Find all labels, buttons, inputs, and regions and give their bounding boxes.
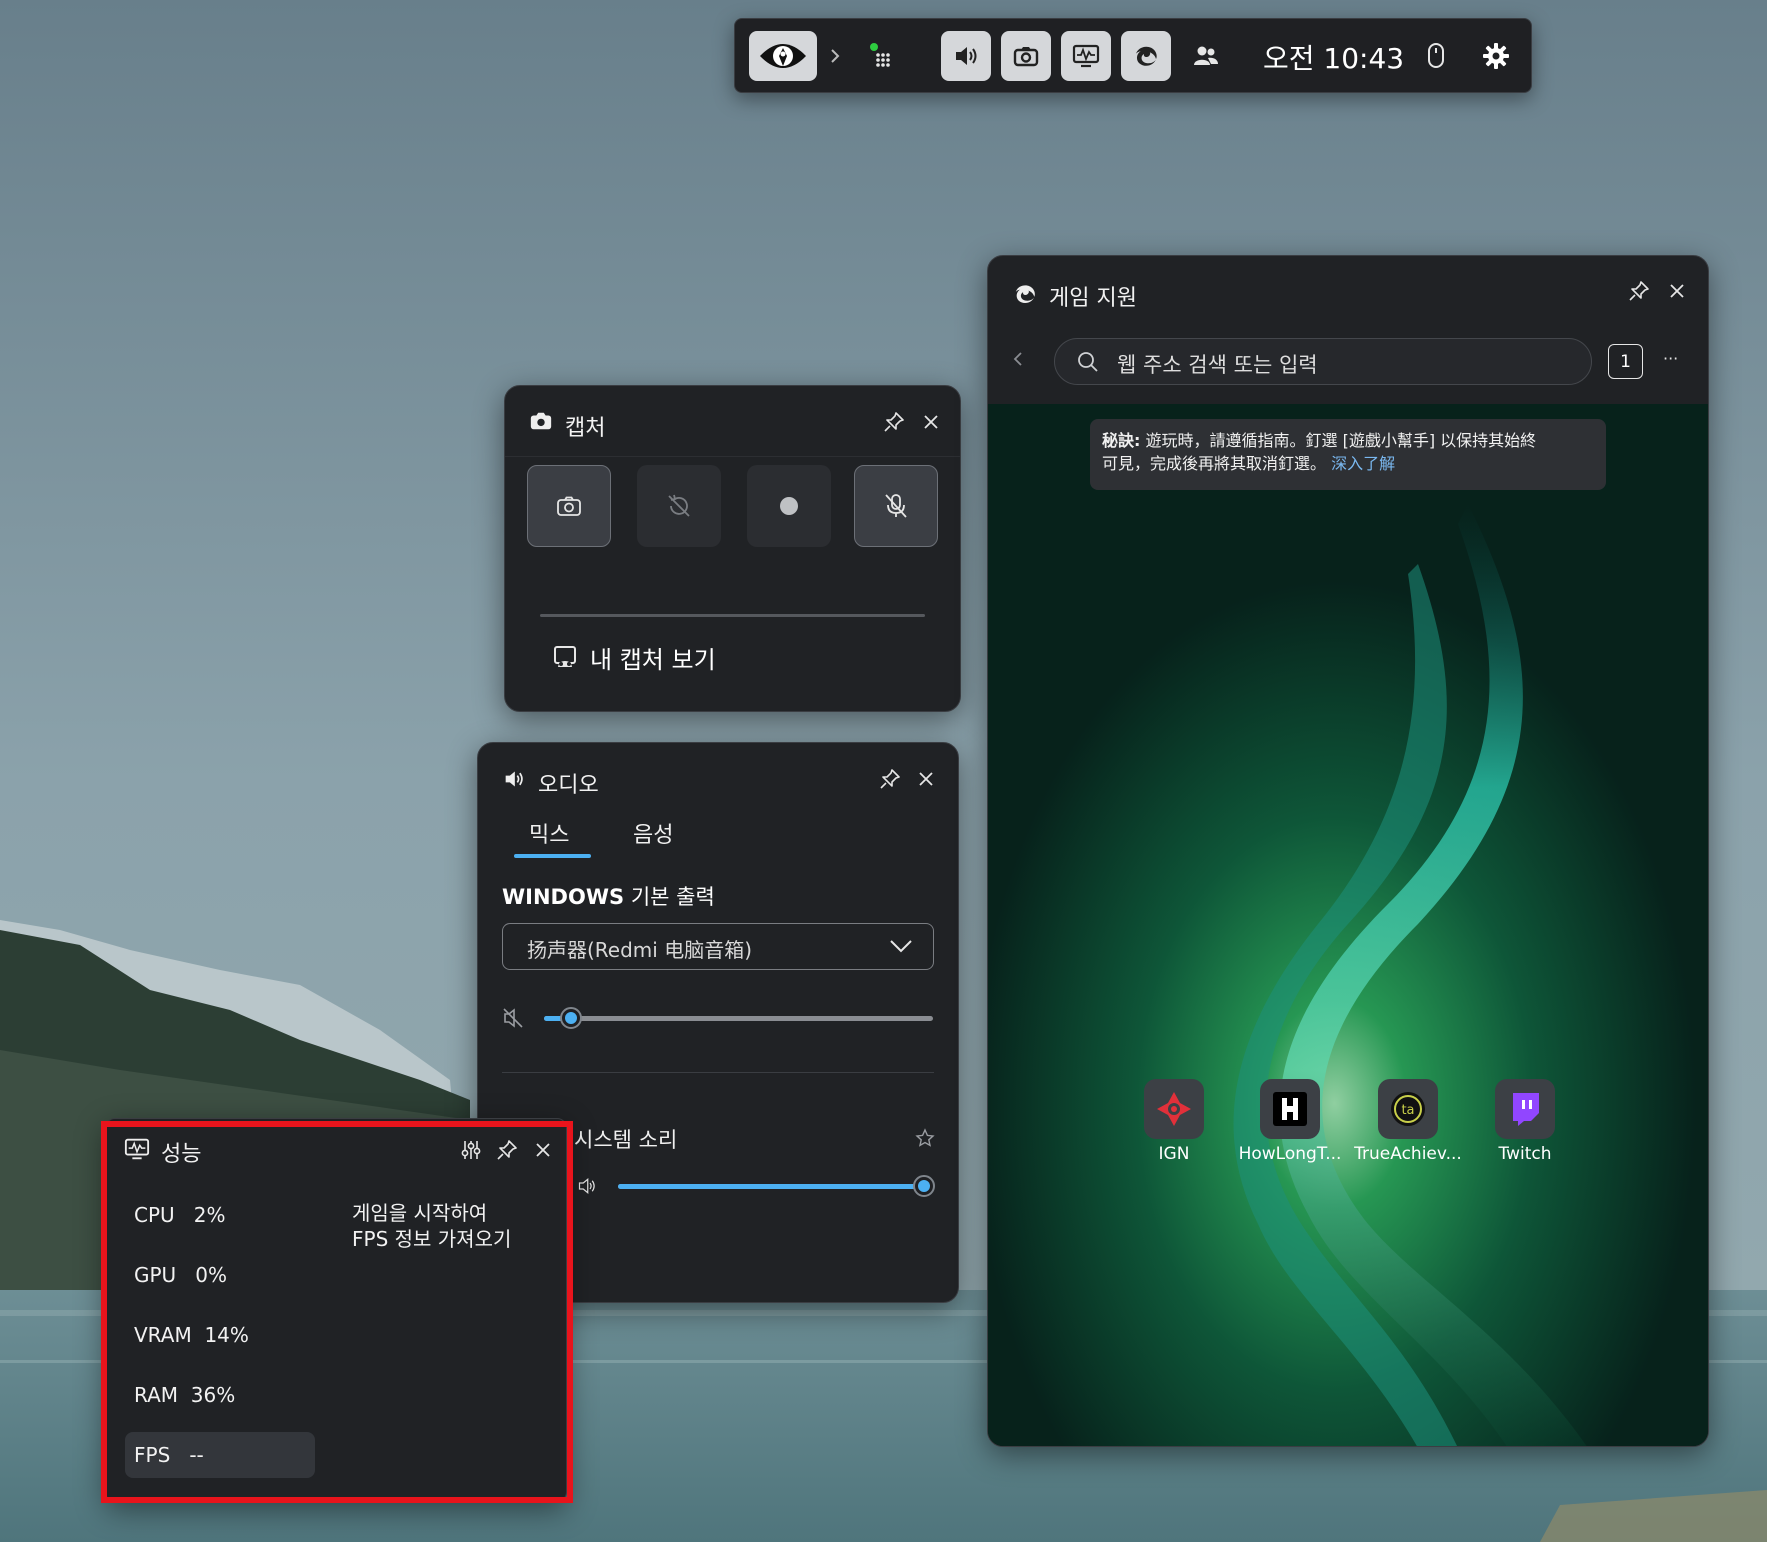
game-assist-title: 게임 지원 <box>1049 286 1137 311</box>
ign-icon <box>1157 1092 1191 1126</box>
widget-menu-icon[interactable] <box>857 31 907 81</box>
performance-title: 성능 <box>161 1142 202 1167</box>
tab-count-button[interactable]: 1 <box>1608 344 1643 379</box>
close-icon[interactable] <box>911 764 941 794</box>
fps-metric[interactable]: FPS -- <box>125 1432 315 1478</box>
edge-icon <box>1013 282 1037 306</box>
close-icon[interactable] <box>528 1135 558 1165</box>
see-my-captures-link[interactable]: 내 캡처 보기 <box>590 640 716 675</box>
audio-divider <box>502 1072 934 1073</box>
output-device-select[interactable]: 扬声器(Redmi 电脑音箱) <box>502 923 934 970</box>
address-bar[interactable]: 웹 주소 검색 또는 입력 <box>1054 338 1592 385</box>
twitch-icon <box>1513 1093 1539 1126</box>
favorite-star-icon[interactable] <box>915 1128 935 1148</box>
chevron-down-icon <box>889 938 913 954</box>
ram-metric: RAM 36% <box>134 1383 236 1407</box>
learn-more-link[interactable]: 深入了解 <box>1331 454 1395 473</box>
eye-app-icon[interactable] <box>749 31 817 81</box>
camera-icon <box>529 410 553 432</box>
capture-divider <box>540 614 925 617</box>
fps-hint-line2: FPS 정보 가져오기 <box>352 1227 512 1251</box>
system-volume-fill <box>618 1184 924 1189</box>
record-last-button[interactable] <box>637 465 721 547</box>
screenshot-button[interactable] <box>527 465 611 547</box>
active-tab-indicator <box>514 854 591 858</box>
mouse-icon[interactable] <box>1411 31 1461 81</box>
system-sound-label: 시스템 소리 <box>574 1128 678 1152</box>
game-assist-widget: 게임 지원 웹 주소 검색 또는 입력 1 ··· 秘訣: 遊玩時，請遵循指南。… <box>987 255 1709 1447</box>
gear-icon[interactable] <box>1471 31 1521 81</box>
pin-icon[interactable] <box>1624 276 1654 306</box>
widget-toolbar: 오전 10:43 <box>734 18 1532 93</box>
record-last-icon <box>668 494 690 517</box>
browser-content <box>988 404 1708 1446</box>
tip-line2: 可見，完成後再將其取消釘選。 深入了解 <box>1102 454 1396 473</box>
performance-monitor-icon <box>124 1137 150 1161</box>
screenshot-camera-icon <box>557 496 581 516</box>
fps-metric-text: FPS -- <box>134 1443 204 1467</box>
edge-wallpaper <box>988 404 1708 1446</box>
output-label-rest: 기본 출력 <box>630 885 715 909</box>
tile-trueachievements[interactable]: ta <box>1378 1079 1438 1139</box>
gallery-icon <box>552 644 578 670</box>
tile-howlongtobeat[interactable] <box>1260 1079 1320 1139</box>
trueachievements-icon: ta <box>1391 1092 1425 1126</box>
master-volume-track[interactable] <box>544 1016 933 1021</box>
tile-twitch-label: Twitch <box>1498 1144 1552 1164</box>
output-device-value: 扬声器(Redmi 电脑音箱) <box>527 938 752 962</box>
fps-hint-line1: 게임을 시작하여 <box>352 1201 488 1225</box>
system-volume-thumb[interactable] <box>912 1175 935 1197</box>
tip-banner: 秘訣: 遊玩時，請遵循指南。釘選 [遊戲小幫手] 以保持其始終 可見，完成後再將… <box>1090 419 1606 490</box>
clock-time: 오전 10:43 <box>1263 42 1405 75</box>
options-sliders-icon[interactable] <box>456 1135 486 1165</box>
gpu-metric: GPU 0% <box>134 1263 228 1287</box>
record-dot-icon <box>780 497 798 515</box>
tile-ign-label: IGN <box>1158 1144 1190 1164</box>
audio-title: 오디오 <box>538 773 599 798</box>
output-label-latin: WINDOWS <box>502 885 625 909</box>
capture-icon[interactable] <box>1001 31 1051 81</box>
tile-howlongtobeat-label: HowLongT... <box>1238 1144 1342 1164</box>
tile-ign[interactable] <box>1144 1079 1204 1139</box>
back-chevron-icon[interactable] <box>1010 350 1026 368</box>
close-icon[interactable] <box>1662 276 1692 306</box>
close-icon[interactable] <box>916 407 946 437</box>
tab-voice[interactable]: 음성 <box>633 817 673 849</box>
system-sound-volume-icon[interactable] <box>576 1177 598 1195</box>
mic-off-icon <box>885 494 907 518</box>
tip-line1: 秘訣: 遊玩時，請遵循指南。釘選 [遊戲小幫手] 以保持其始終 <box>1102 431 1537 450</box>
start-recording-button[interactable] <box>747 465 831 547</box>
cpu-metric: CPU 2% <box>134 1203 226 1227</box>
search-icon <box>1077 351 1099 373</box>
audio-icon[interactable] <box>941 31 991 81</box>
howlongtobeat-icon <box>1273 1092 1307 1126</box>
pin-icon[interactable] <box>492 1135 522 1165</box>
tile-trueachievements-label: TrueAchiev... <box>1354 1144 1462 1164</box>
output-section-label: WINDOWS 기본 출력 <box>502 881 715 911</box>
fps-hint: 게임을 시작하여 FPS 정보 가져오기 <box>352 1200 511 1252</box>
master-volume-thumb[interactable] <box>560 1007 583 1029</box>
social-icon[interactable] <box>1181 31 1231 81</box>
capture-title: 캡처 <box>565 416 606 441</box>
mic-toggle-button[interactable] <box>854 465 938 547</box>
chevron-right-icon[interactable] <box>823 31 847 81</box>
header-divider <box>505 456 960 457</box>
vram-metric: VRAM 14% <box>134 1323 249 1347</box>
svg-text:ta: ta <box>1401 1103 1414 1118</box>
tile-twitch[interactable] <box>1495 1079 1555 1139</box>
pin-icon[interactable] <box>879 407 909 437</box>
address-placeholder: 웹 주소 검색 또는 입력 <box>1117 353 1318 377</box>
edge-icon[interactable] <box>1121 31 1171 81</box>
speaker-icon <box>502 769 526 789</box>
performance-icon[interactable] <box>1061 31 1111 81</box>
speaker-muted-icon[interactable] <box>502 1007 524 1029</box>
tab-mix[interactable]: 믹스 <box>529 817 569 849</box>
more-options-button[interactable]: ··· <box>1663 349 1678 368</box>
capture-header: 캡처 <box>505 386 960 456</box>
pin-icon[interactable] <box>875 764 905 794</box>
